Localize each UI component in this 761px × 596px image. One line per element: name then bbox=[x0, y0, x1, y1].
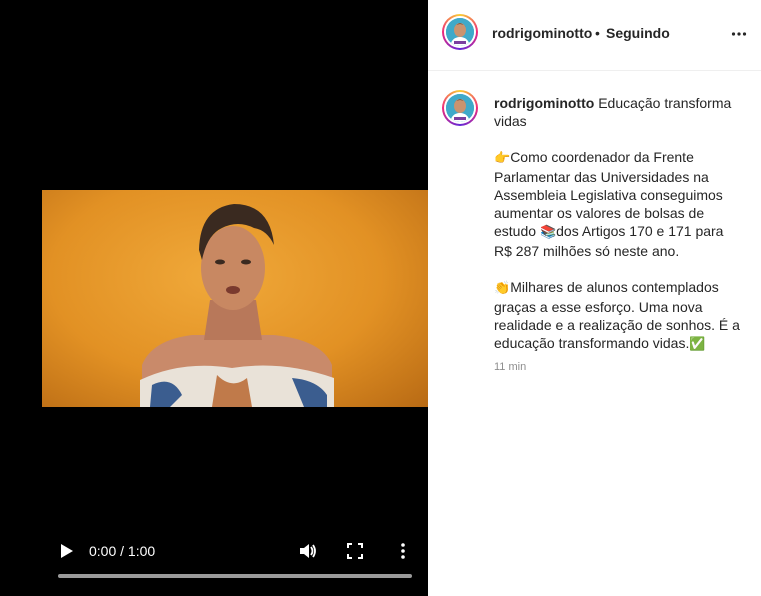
post-header: rodrigominotto • Seguindo bbox=[428, 0, 761, 71]
following-button[interactable]: Seguindo bbox=[606, 25, 670, 41]
video-controls: 0:00 / 1:00 bbox=[0, 532, 428, 596]
play-icon[interactable] bbox=[60, 543, 74, 559]
post-caption: rodrigominotto Educação transforma vidas… bbox=[494, 94, 744, 354]
caption-paragraph-2: 👏Milhares de alunos contemplados graças … bbox=[494, 278, 744, 354]
pointing-hand-emoji-icon: 👉 bbox=[494, 151, 511, 166]
separator-dot: • bbox=[595, 25, 600, 41]
books-emoji-icon: 📚 bbox=[539, 225, 557, 240]
clapping-emoji-icon: 👏 bbox=[494, 281, 511, 296]
caption-avatar[interactable] bbox=[442, 90, 478, 126]
post-timestamp[interactable]: 11 min bbox=[494, 361, 526, 373]
fullscreen-icon[interactable] bbox=[347, 543, 363, 559]
check-mark-emoji-icon: ✅ bbox=[689, 337, 706, 352]
video-frame[interactable] bbox=[42, 190, 428, 407]
more-horizontal-icon[interactable] bbox=[731, 26, 747, 42]
caption-username[interactable]: rodrigominotto bbox=[494, 95, 594, 111]
post-sidebar: rodrigominotto • Seguindo rodrigominotto… bbox=[428, 0, 761, 596]
video-player[interactable]: 0:00 / 1:00 bbox=[0, 0, 428, 596]
video-progress-bar[interactable] bbox=[58, 574, 412, 578]
profile-photo bbox=[446, 94, 474, 122]
video-still-image bbox=[140, 204, 334, 407]
header-username[interactable]: rodrigominotto bbox=[492, 25, 592, 41]
video-time-display: 0:00 / 1:00 bbox=[89, 543, 156, 559]
volume-icon[interactable] bbox=[299, 542, 317, 560]
more-vertical-icon[interactable] bbox=[398, 542, 408, 560]
avatar[interactable] bbox=[442, 14, 478, 50]
caption-paragraph-1: 👉Como coordenador da Frente Parlamentar … bbox=[494, 148, 744, 260]
profile-photo bbox=[446, 18, 474, 46]
